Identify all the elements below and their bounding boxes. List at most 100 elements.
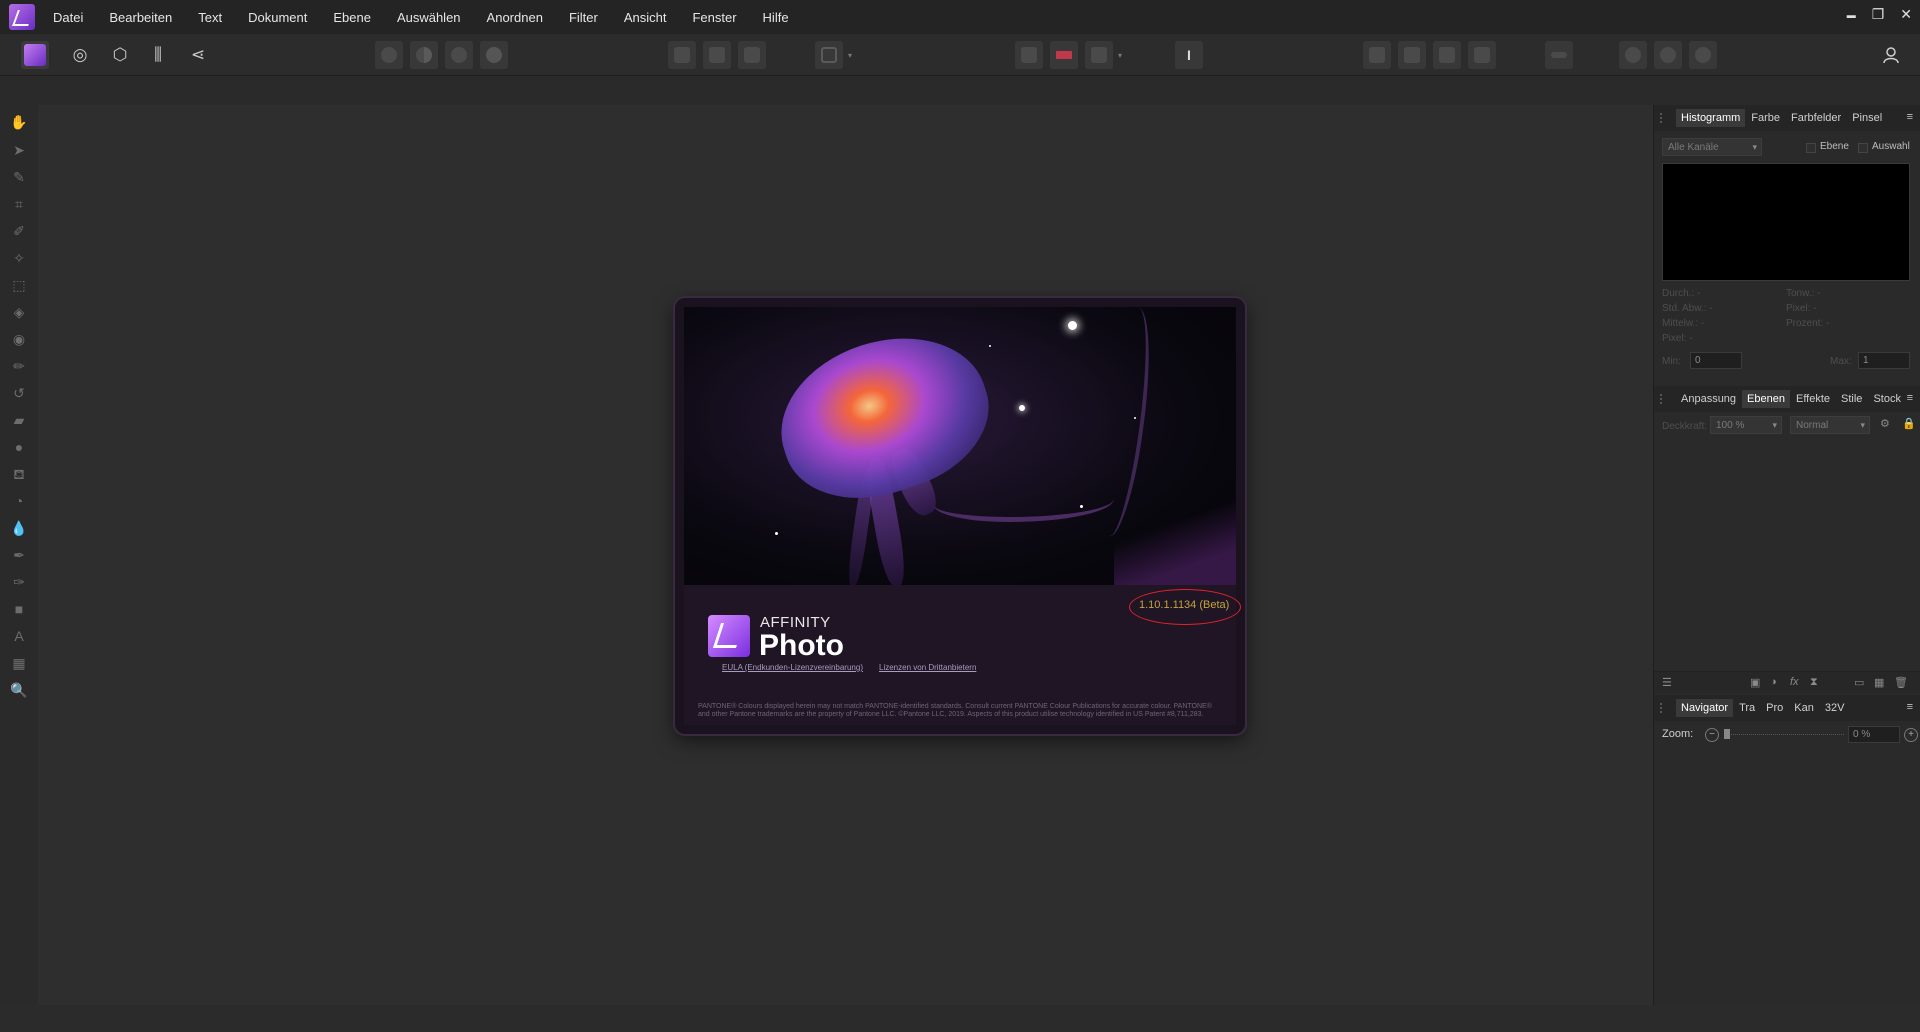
panel-menu-icon[interactable]: ≡ xyxy=(1907,111,1913,123)
tab-pinsel[interactable]: Pinsel xyxy=(1847,109,1887,127)
tab-navigator[interactable]: Navigator xyxy=(1676,699,1734,717)
menu-dokument[interactable]: Dokument xyxy=(248,10,307,25)
zoom-tool-icon[interactable]: 🔍 xyxy=(10,681,28,699)
flood-fill-tool-icon[interactable]: ◈ xyxy=(10,303,28,321)
menu-ansicht[interactable]: Ansicht xyxy=(624,10,667,25)
arrange-icon-4[interactable] xyxy=(1468,41,1496,69)
tab-stock[interactable]: Stock xyxy=(1868,390,1906,408)
menu-hilfe[interactable]: Hilfe xyxy=(763,10,789,25)
grid-icon[interactable] xyxy=(1015,41,1043,69)
layer-checkbox[interactable] xyxy=(1806,143,1816,153)
develop-persona-button[interactable]: ⬡ xyxy=(106,41,134,69)
snapping-icon[interactable] xyxy=(1085,41,1113,69)
lock-icon[interactable]: 🔒 xyxy=(1902,417,1916,430)
assistant-icon[interactable] xyxy=(1050,41,1078,69)
tab-histogram[interactable]: Histogramm xyxy=(1676,109,1746,127)
export-persona-button[interactable]: ⋖ xyxy=(184,41,212,69)
crop-tool-icon[interactable]: ⌗ xyxy=(10,195,28,213)
selection-brush-tool-icon[interactable]: ✐ xyxy=(10,222,28,240)
tab-stile[interactable]: Stile xyxy=(1836,390,1867,408)
menu-ebene[interactable]: Ebene xyxy=(333,10,371,25)
menu-filter[interactable]: Filter xyxy=(569,10,598,25)
arrange-icon-3[interactable] xyxy=(1433,41,1461,69)
color-replacement-tool-icon[interactable]: ↺ xyxy=(10,384,28,402)
third-party-licenses-link[interactable]: Lizenzen von Drittanbietern xyxy=(879,663,976,672)
view-tool-hand-icon[interactable]: ✋ xyxy=(10,113,28,131)
fx-icon[interactable]: fx xyxy=(1790,676,1799,688)
boolean-add-icon[interactable] xyxy=(1619,41,1647,69)
quick-mask-dropdown-icon[interactable]: ▾ xyxy=(843,41,857,69)
erase-brush-tool-icon[interactable]: ▰ xyxy=(10,411,28,429)
dodge-tool-icon[interactable]: ● xyxy=(10,438,28,456)
pen-tool-icon[interactable]: ✑ xyxy=(10,573,28,591)
panel-grip-icon[interactable] xyxy=(1660,113,1666,123)
close-icon[interactable]: ✕ xyxy=(1900,6,1912,24)
gradient-tool-icon[interactable]: ◉ xyxy=(10,330,28,348)
panel-menu-icon[interactable]: ≡ xyxy=(1907,392,1913,404)
frame-text-tool-icon[interactable]: ▦ xyxy=(10,654,28,672)
mesh-warp-tool-icon[interactable]: ✒ xyxy=(10,546,28,564)
layers-stack-icon[interactable]: ☰ xyxy=(1662,676,1672,689)
snapping-dropdown-icon[interactable]: ▾ xyxy=(1113,41,1127,69)
clone-tool-icon[interactable]: ⛾ xyxy=(10,465,28,483)
restore-icon[interactable]: ❐ xyxy=(1872,6,1885,24)
zoom-slider[interactable] xyxy=(1724,729,1844,739)
auto-levels-icon[interactable] xyxy=(375,41,403,69)
selection-intersect-icon[interactable] xyxy=(738,41,766,69)
tab-transform[interactable]: Tra xyxy=(1734,699,1760,717)
minimize-icon[interactable]: ▬ xyxy=(1847,6,1856,24)
group-folder-icon[interactable]: ▭ xyxy=(1854,676,1864,689)
mask-icon[interactable]: ▣ xyxy=(1750,676,1760,689)
red-eye-tool-icon[interactable]: ◔ xyxy=(10,492,28,510)
user-account-icon[interactable] xyxy=(1877,41,1905,69)
auto-contrast-icon[interactable] xyxy=(410,41,438,69)
selection-subtract-icon[interactable] xyxy=(703,41,731,69)
selection-mode-icon[interactable] xyxy=(668,41,696,69)
move-tool-icon[interactable]: ➤ xyxy=(10,141,28,159)
blur-tool-icon[interactable]: 💧 xyxy=(10,519,28,537)
align-icon[interactable] xyxy=(1545,41,1573,69)
menu-datei[interactable]: Datei xyxy=(53,10,83,25)
arrange-icon-1[interactable] xyxy=(1363,41,1391,69)
tab-effekte[interactable]: Effekte xyxy=(1791,390,1835,408)
zoom-value-field[interactable]: 0 % xyxy=(1848,726,1900,743)
tab-history[interactable]: Pro xyxy=(1761,699,1788,717)
quick-mask-icon[interactable] xyxy=(815,41,843,69)
zoom-slider-handle[interactable] xyxy=(1724,729,1730,739)
tab-farbe[interactable]: Farbe xyxy=(1746,109,1785,127)
color-picker-tool-icon[interactable]: ✎ xyxy=(10,168,28,186)
splash-screen[interactable]: AFFINITY Photo EULA (Endkunden-Lizenzver… xyxy=(675,298,1245,734)
delete-layer-icon[interactable]: 🗑 xyxy=(1894,676,1908,689)
flood-select-tool-icon[interactable]: ✧ xyxy=(10,249,28,267)
blend-mode-dropdown[interactable]: Normal xyxy=(1790,416,1870,434)
paint-brush-tool-icon[interactable]: ✏ xyxy=(10,357,28,375)
menu-text[interactable]: Text xyxy=(198,10,222,25)
menu-auswaehlen[interactable]: Auswählen xyxy=(397,10,461,25)
liquify-persona-button[interactable]: ◎ xyxy=(66,41,94,69)
panel-menu-icon[interactable]: ≡ xyxy=(1907,701,1913,713)
arrange-icon-2[interactable] xyxy=(1398,41,1426,69)
max-field[interactable]: 1 xyxy=(1858,352,1910,369)
menu-bearbeiten[interactable]: Bearbeiten xyxy=(109,10,172,25)
panel-grip-icon[interactable] xyxy=(1660,394,1666,404)
auto-colors-icon[interactable] xyxy=(445,41,473,69)
tab-farbfelder[interactable]: Farbfelder xyxy=(1786,109,1846,127)
eula-link[interactable]: EULA (Endkunden-Lizenzvereinbarung) xyxy=(722,663,863,672)
zoom-in-icon[interactable]: + xyxy=(1904,728,1918,742)
channel-select[interactable]: Alle Kanäle xyxy=(1662,138,1762,156)
boolean-intersect-icon[interactable] xyxy=(1689,41,1717,69)
tab-anpassung[interactable]: Anpassung xyxy=(1676,390,1741,408)
min-field[interactable]: 0 xyxy=(1690,352,1742,369)
text-cursor-icon[interactable]: I xyxy=(1175,41,1203,69)
add-pixel-layer-icon[interactable]: ▦ xyxy=(1874,676,1884,689)
tab-ebenen[interactable]: Ebenen xyxy=(1742,390,1790,408)
tab-channels[interactable]: Kan xyxy=(1789,699,1819,717)
selection-checkbox[interactable] xyxy=(1858,143,1868,153)
live-filter-icon[interactable]: ⧗ xyxy=(1810,676,1818,689)
photo-persona-button[interactable] xyxy=(21,41,49,69)
boolean-subtract-icon[interactable] xyxy=(1654,41,1682,69)
marquee-tool-icon[interactable]: ⬚ xyxy=(10,276,28,294)
panel-grip-icon[interactable] xyxy=(1660,703,1666,713)
tone-mapping-persona-button[interactable]: ⫼ xyxy=(144,41,172,69)
opacity-dropdown[interactable]: 100 % xyxy=(1710,416,1782,434)
